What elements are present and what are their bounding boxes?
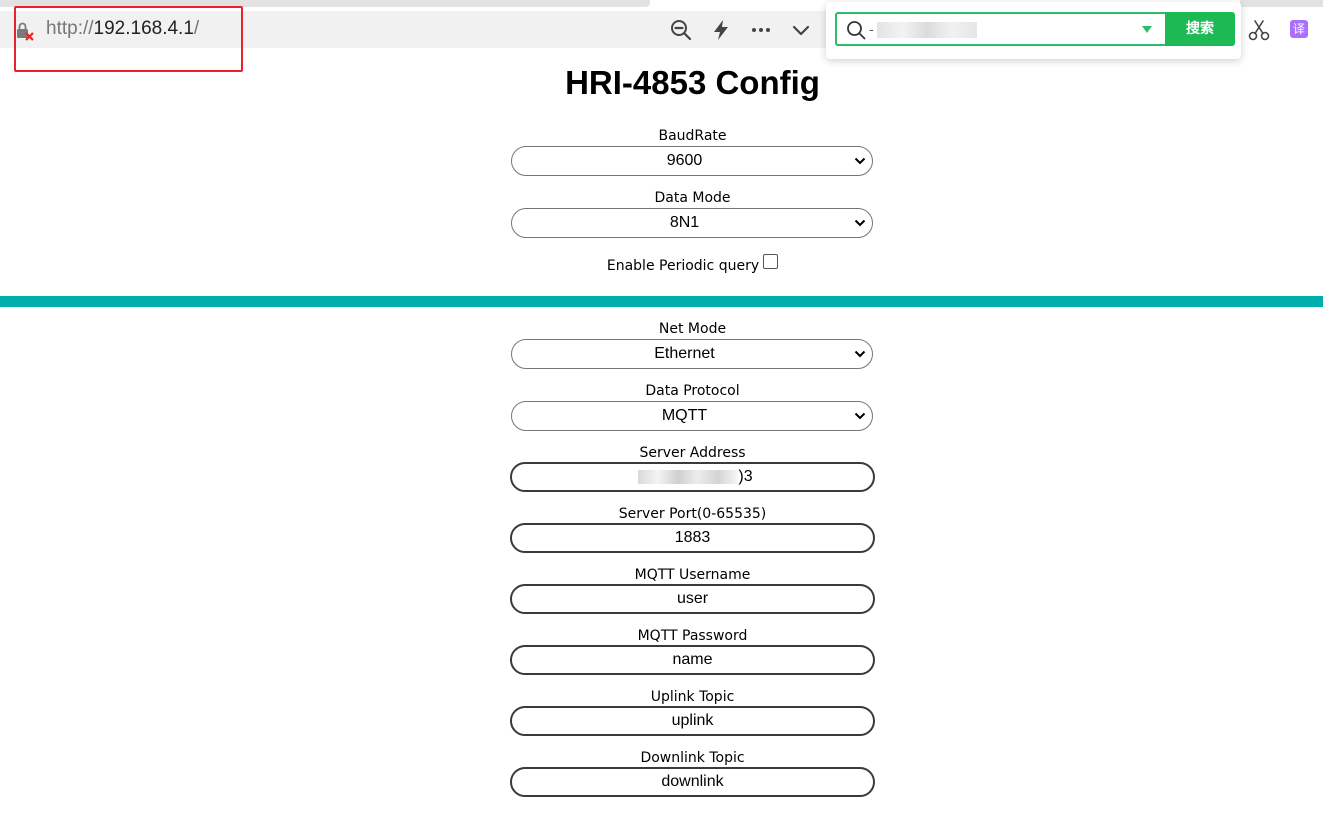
browser-window: http://192.168.4.1/ - 搜索 译 HRI-4853 Conf… xyxy=(0,0,1323,827)
periodic-query-checkbox[interactable] xyxy=(763,254,779,269)
uplink-topic-label: Uplink Topic xyxy=(650,689,735,705)
zoom-out-icon[interactable] xyxy=(669,18,693,42)
downlink-topic-label: Downlink Topic xyxy=(640,750,745,766)
server-port-input[interactable]: 1883 xyxy=(510,523,875,553)
mqtt-password-input[interactable]: name xyxy=(510,645,875,675)
data-protocol-select[interactable]: MQTT xyxy=(511,401,873,431)
uplink-topic-input[interactable]: uplink xyxy=(510,706,875,736)
mqtt-username-label: MQTT Username xyxy=(634,567,751,583)
chevron-down-icon xyxy=(854,350,866,358)
search-engine-caret-icon[interactable] xyxy=(1142,26,1152,33)
mqtt-username-input[interactable]: user xyxy=(510,584,875,614)
scissors-icon[interactable] xyxy=(1248,18,1270,42)
baudrate-value: 9600 xyxy=(666,152,703,169)
tab-strip-right xyxy=(1240,0,1323,7)
translate-icon[interactable]: 译 xyxy=(1290,20,1308,38)
data-mode-value: 8N1 xyxy=(669,214,700,231)
downlink-topic-input[interactable]: downlink xyxy=(510,767,875,797)
chevron-down-icon xyxy=(854,219,866,227)
net-mode-label: Net Mode xyxy=(658,321,727,337)
data-protocol-value: MQTT xyxy=(661,407,708,424)
lightning-icon[interactable] xyxy=(709,18,733,42)
data-mode-label: Data Mode xyxy=(654,190,731,206)
chevron-down-icon xyxy=(854,412,866,420)
baudrate-select[interactable]: 9600 xyxy=(511,146,873,176)
more-icon[interactable] xyxy=(749,18,773,42)
downlink-topic-value: downlink xyxy=(661,773,724,790)
periodic-query-label: Enable Periodic query xyxy=(606,258,760,274)
net-mode-select[interactable]: Ethernet xyxy=(511,339,873,369)
server-address-value: )3 xyxy=(738,468,753,485)
mqtt-username-value: user xyxy=(676,590,709,607)
mqtt-password-label: MQTT Password xyxy=(637,628,748,644)
search-button[interactable]: 搜索 xyxy=(1165,12,1235,46)
search-input[interactable]: - xyxy=(835,12,1165,46)
section-divider xyxy=(0,296,1323,307)
data-protocol-label: Data Protocol xyxy=(645,383,740,399)
server-address-input[interactable]: )3 xyxy=(510,462,875,492)
search-query-text: - xyxy=(869,21,874,37)
baudrate-label: BaudRate xyxy=(658,128,727,144)
chevron-down-icon xyxy=(854,157,866,165)
page-title: HRI-4853 Config xyxy=(565,64,820,101)
data-mode-select[interactable]: 8N1 xyxy=(511,208,873,238)
server-port-label: Server Port(0-65535) xyxy=(618,506,767,522)
net-mode-value: Ethernet xyxy=(654,345,715,362)
server-port-value: 1883 xyxy=(674,529,711,546)
server-address-label: Server Address xyxy=(639,445,746,461)
mqtt-password-value: name xyxy=(672,651,713,668)
search-query-redacted xyxy=(877,22,977,38)
periodic-query-row: Enable Periodic query xyxy=(0,254,1323,276)
search-icon xyxy=(847,21,866,40)
chevron-down-icon[interactable] xyxy=(789,18,813,42)
uplink-topic-value: uplink xyxy=(671,712,714,729)
